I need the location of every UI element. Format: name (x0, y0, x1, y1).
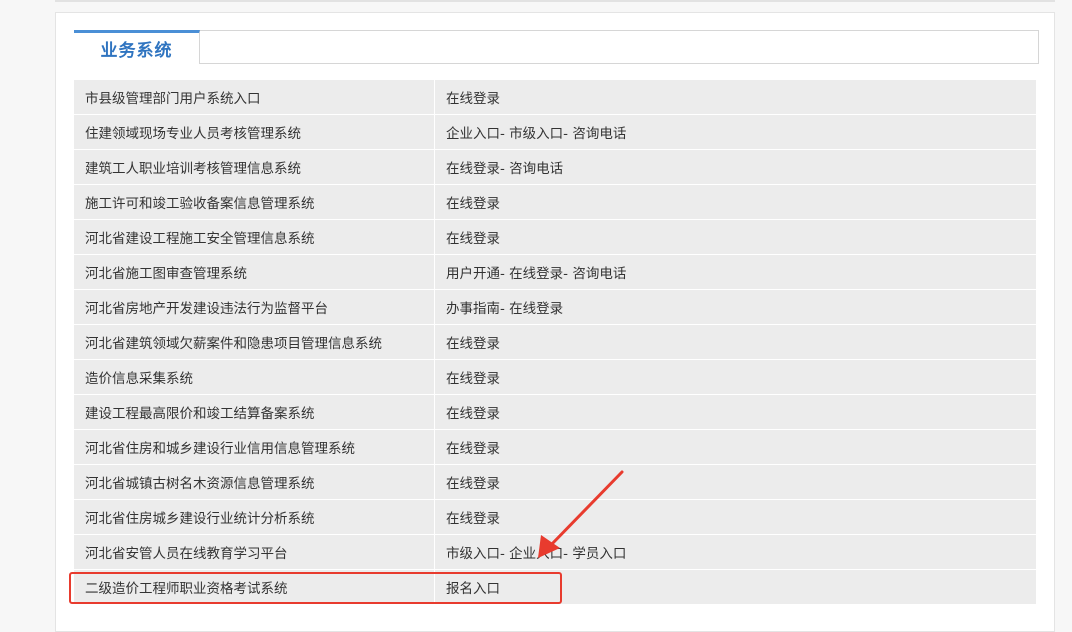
arrow-shaft (548, 470, 624, 548)
annotation-arrow (538, 470, 624, 558)
